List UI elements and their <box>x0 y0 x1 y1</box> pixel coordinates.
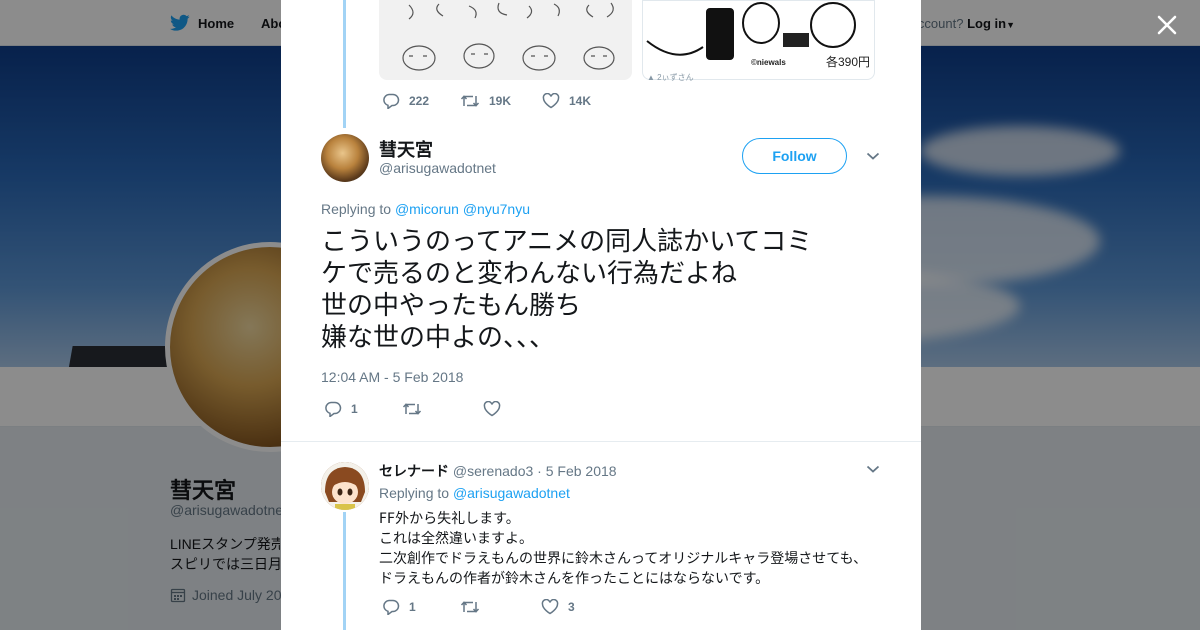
mention-link[interactable]: @arisugawadotnet <box>453 485 570 501</box>
thread-line <box>343 0 346 128</box>
tweet-text: こういうのってアニメの同人誌かいてコミ ケで売るのと変わんない行為だよね 世の中… <box>321 226 881 354</box>
follow-button[interactable]: Follow <box>742 138 847 174</box>
reply-text-line: 二次創作でドラえもんの世界に鈴木さんってオリジナルキャラ登場させても、 <box>379 551 868 567</box>
close-icon[interactable] <box>1155 13 1179 37</box>
reply-author-name[interactable]: セレナード <box>379 463 449 479</box>
reply-count: 1 <box>409 600 416 614</box>
author-name[interactable]: 彗天宮 <box>379 136 433 162</box>
reply-text-line: FF外から失礼します。 <box>379 511 520 527</box>
reply-date[interactable]: · 5 Feb 2018 <box>537 463 616 479</box>
reply-action[interactable]: 1 <box>324 401 402 417</box>
reply-icon <box>383 93 400 109</box>
mention-link[interactable]: @micorun <box>395 201 459 217</box>
tweet-text-line: こういうのってアニメの同人誌かいてコミ <box>321 227 813 257</box>
prev-tweet-actions: 222 19K 14K <box>382 93 591 109</box>
reply-text: FF外から失礼します。 これは全然違いますよ。 二次創作でドラえもんの世界に鈴木… <box>379 509 867 589</box>
reply-author-avatar[interactable] <box>321 462 369 510</box>
retweet-icon <box>460 601 480 613</box>
heart-icon <box>542 93 560 109</box>
author-avatar[interactable] <box>321 134 369 182</box>
tweet-text-line: 嫌な世の中よの、、、 <box>321 323 556 353</box>
tweet-modal: ©niewals 各390円 ▲ 2ぃずさん 222 19K 14K 彗天宮 @… <box>281 0 921 630</box>
author-handle[interactable]: @arisugawadotnet <box>379 160 496 176</box>
image-credit: ▲ 2ぃずさん <box>647 72 694 83</box>
reply-count: 1 <box>351 402 358 416</box>
reply-header: セレナード @serenado3 · 5 Feb 2018 <box>379 461 617 481</box>
chevron-down-icon[interactable] <box>866 464 880 474</box>
tweet-text-line: ケで売るのと変わんない行為だよね <box>321 259 738 289</box>
like-action[interactable]: 14K <box>542 93 591 109</box>
reply-author-handle[interactable]: @serenado3 <box>453 463 533 479</box>
thread-line <box>343 512 346 630</box>
reply-tweet-actions: 1 3 <box>382 599 575 615</box>
replying-prefix: Replying to <box>379 485 450 501</box>
replying-prefix: Replying to <box>321 201 392 217</box>
media-image[interactable] <box>379 0 632 80</box>
retweet-action[interactable] <box>402 401 483 417</box>
like-count: 14K <box>569 94 592 108</box>
reply-icon <box>383 599 400 615</box>
person-icon: ▲ <box>647 73 655 82</box>
reply-action[interactable]: 222 <box>382 93 460 109</box>
retweet-action[interactable]: 19K <box>460 93 542 109</box>
reply-action[interactable]: 1 <box>382 599 460 615</box>
mention-link[interactable]: @nyu7nyu <box>463 201 530 217</box>
sketch-illustration <box>402 2 615 71</box>
reply-replying-to: Replying to @arisugawadotnet <box>379 485 570 501</box>
retweet-icon <box>460 95 480 107</box>
image-credit-text: 2ぃずさん <box>657 73 694 82</box>
like-action[interactable] <box>483 401 510 417</box>
anime-avatar-illustration <box>321 462 369 510</box>
tweet-timestamp[interactable]: 12:04 AM - 5 Feb 2018 <box>321 369 463 385</box>
retweet-count: 19K <box>489 94 512 108</box>
reply-text-line: ドラえもんの作者が鈴木さんを作ったことにはならないです。 <box>379 571 770 587</box>
divider <box>281 441 921 442</box>
reply-icon <box>325 401 342 417</box>
like-action[interactable]: 3 <box>541 599 575 615</box>
retweet-icon <box>402 403 422 415</box>
retweet-action[interactable] <box>460 599 541 615</box>
media-grid: ©niewals 各390円 <box>379 0 875 82</box>
media-image[interactable]: ©niewals 各390円 <box>642 0 875 80</box>
replying-to: Replying to @micorun @nyu7nyu <box>321 201 530 217</box>
reply-text-line: これは全然違いますよ。 <box>379 531 533 547</box>
image-price: 各390円 <box>825 55 870 69</box>
heart-icon <box>483 401 501 417</box>
tweet-text-line: 世の中やったもん勝ち <box>321 291 582 321</box>
like-count: 3 <box>568 600 575 614</box>
chevron-down-icon[interactable] <box>866 151 880 161</box>
main-tweet-actions: 1 <box>324 401 510 417</box>
reply-count: 222 <box>409 94 430 108</box>
image-brand: ©niewals <box>751 58 786 67</box>
heart-icon <box>541 599 559 615</box>
